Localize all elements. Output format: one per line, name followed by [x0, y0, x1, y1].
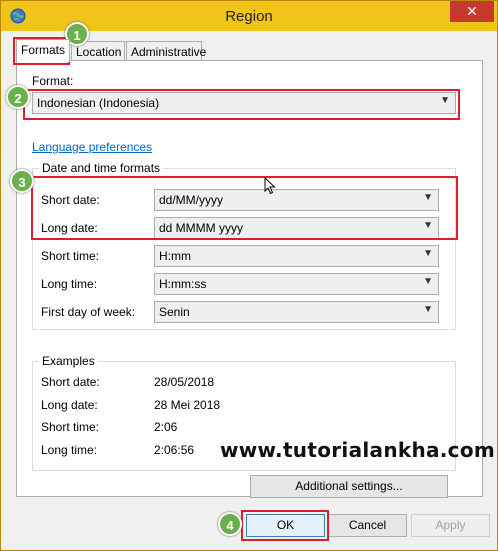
- example-long-date-value: 28 Mei 2018: [154, 398, 221, 412]
- first-day-dropdown[interactable]: Senin ▼: [154, 301, 439, 323]
- example-short-date-value: 28/05/2018: [154, 375, 215, 389]
- step-badge-4: 4: [218, 512, 242, 536]
- short-time-label: Short time:: [41, 249, 100, 263]
- example-short-time-value: 2:06: [154, 420, 178, 434]
- close-button[interactable]: ✕: [450, 1, 494, 22]
- example-short-time-label: Short time:: [41, 420, 100, 434]
- long-time-label: Long time:: [41, 277, 98, 291]
- short-time-dropdown[interactable]: H:mm ▼: [154, 245, 439, 267]
- highlight-date-formats: [31, 176, 458, 240]
- first-day-label: First day of week:: [41, 305, 136, 319]
- highlight-ok-button: [241, 510, 329, 541]
- datetime-group-title: Date and time formats: [39, 161, 164, 175]
- formats-panel: Format: Indonesian (Indonesia) ▼ Languag…: [16, 60, 483, 498]
- chevron-down-icon: ▼: [423, 304, 433, 315]
- language-preferences-link[interactable]: Language preferences: [32, 140, 152, 154]
- additional-settings-button[interactable]: Additional settings...: [250, 475, 448, 498]
- example-long-time-label: Long time:: [41, 443, 98, 457]
- cancel-button[interactable]: Cancel: [328, 514, 407, 537]
- first-day-value: Senin: [159, 305, 190, 319]
- example-short-date-label: Short date:: [41, 375, 100, 389]
- step-badge-3: 3: [10, 169, 34, 193]
- long-time-dropdown[interactable]: H:mm:ss ▼: [154, 273, 439, 295]
- region-dialog: Region ✕ Formats Location Administrative…: [0, 0, 498, 551]
- long-time-value: H:mm:ss: [159, 277, 207, 291]
- example-long-time-value: 2:06:56: [154, 443, 195, 457]
- example-long-date-label: Long date:: [41, 398, 98, 412]
- examples-group-title: Examples: [39, 354, 98, 368]
- apply-button[interactable]: Apply: [411, 514, 490, 537]
- step-badge-2: 2: [6, 85, 30, 109]
- chevron-down-icon: ▼: [423, 248, 433, 259]
- short-time-value: H:mm: [159, 249, 191, 263]
- tab-administrative[interactable]: Administrative: [126, 41, 206, 61]
- chevron-down-icon: ▼: [423, 276, 433, 287]
- highlight-format-dropdown: [23, 89, 460, 120]
- format-label: Format:: [32, 74, 74, 88]
- watermark-text: www.tutorialankha.com: [220, 438, 496, 462]
- tab-formats[interactable]: Formats: [16, 39, 70, 62]
- mouse-pointer-icon: [264, 177, 276, 195]
